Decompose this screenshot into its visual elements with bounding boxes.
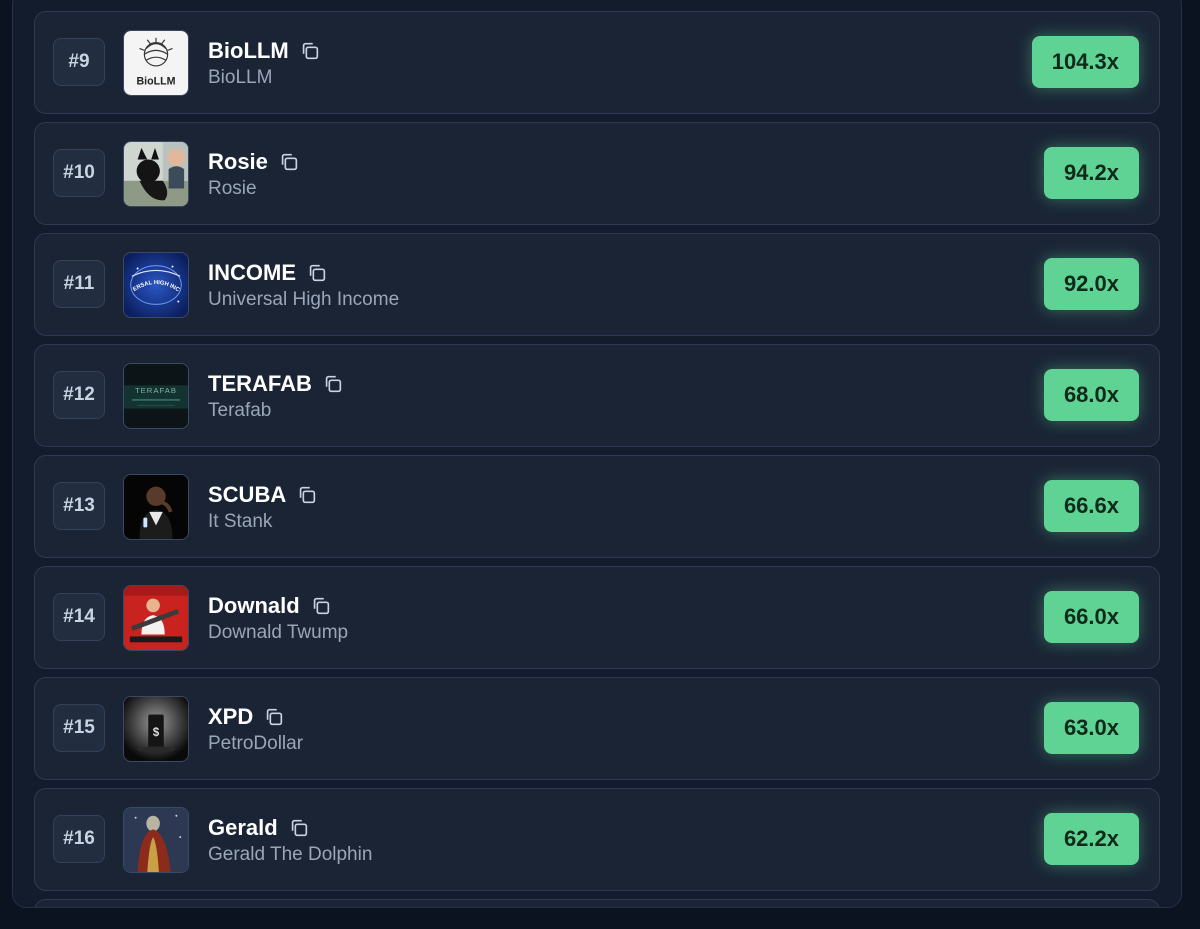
- rank-badge: #9: [53, 38, 105, 86]
- token-name: Downald Twump: [208, 622, 349, 643]
- token-avatar-rosie: [123, 141, 189, 207]
- copy-icon[interactable]: [263, 706, 285, 728]
- copy-icon[interactable]: [310, 595, 332, 617]
- token-ticker: Gerald: [208, 815, 278, 840]
- token-row[interactable]: #10 Rosie Rosie 94.2x: [34, 122, 1160, 225]
- rank-badge: #15: [53, 704, 105, 752]
- token-row[interactable]: #11 UNIVERSAL HIGH INCOME: [34, 233, 1160, 336]
- token-avatar-downald: [123, 585, 189, 651]
- copy-icon[interactable]: [306, 262, 328, 284]
- token-row[interactable]: #9 BioLLM BioLLM BioLLM 104.3x: [34, 11, 1160, 114]
- token-ticker: SCUBA: [208, 482, 287, 507]
- token-name: It Stank: [208, 511, 273, 532]
- token-name: BioLLM: [208, 67, 273, 88]
- token-row[interactable]: #13 SCUBA It Stank 66.6x: [34, 455, 1160, 558]
- multiplier-badge: 62.2x: [1043, 813, 1139, 865]
- multiplier-badge: 68.0x: [1043, 369, 1139, 421]
- token-row[interactable]: #14 Downald Downald Twump 66.0x: [34, 566, 1160, 669]
- multiplier-badge: 66.0x: [1043, 591, 1139, 643]
- token-info: XPD PetroDollar: [208, 702, 303, 755]
- svg-text:$: $: [153, 726, 160, 739]
- token-list: #9 BioLLM BioLLM BioLLM 104.3x #10 Rosie…: [34, 11, 1160, 907]
- copy-icon[interactable]: [288, 817, 310, 839]
- token-avatar-gerald: [123, 807, 189, 873]
- token-row[interactable]: #15 $ XPD PetroDollar 63.0x: [34, 677, 1160, 780]
- token-ticker: BioLLM: [208, 38, 289, 63]
- multiplier-badge: 92.0x: [1043, 258, 1139, 310]
- token-row[interactable]: #12 TERAFAB TERAFAB Terafab 68.0x: [34, 344, 1160, 447]
- token-info: BioLLM BioLLM: [208, 36, 321, 89]
- rank-badge: #13: [53, 482, 105, 530]
- token-ticker: Downald: [208, 593, 300, 618]
- token-ticker: XPD: [208, 704, 254, 729]
- copy-icon[interactable]: [322, 373, 344, 395]
- token-ticker: INCOME: [208, 260, 296, 285]
- token-info: Rosie Rosie: [208, 147, 300, 200]
- token-name: Gerald The Dolphin: [208, 844, 373, 865]
- token-info: INCOME Universal High Income: [208, 258, 399, 311]
- biollm-avatar-wordmark: BioLLM: [136, 75, 175, 87]
- rank-badge: #10: [53, 149, 105, 197]
- token-name: PetroDollar: [208, 733, 304, 754]
- token-name: Terafab: [208, 400, 272, 421]
- token-row[interactable]: #16 Gerald Gerald The Dolphin 62.2x: [34, 788, 1160, 891]
- terafab-avatar-wordmark: TERAFAB: [135, 386, 177, 395]
- token-info: Gerald Gerald The Dolphin: [208, 813, 372, 866]
- token-ticker: Rosie: [208, 149, 268, 174]
- rank-badge: #14: [53, 593, 105, 641]
- copy-icon[interactable]: [296, 484, 318, 506]
- token-name: Rosie: [208, 178, 257, 199]
- token-avatar-scuba: [123, 474, 189, 540]
- copy-icon[interactable]: [299, 40, 321, 62]
- multiplier-badge: 63.0x: [1043, 702, 1139, 754]
- token-info: Downald Downald Twump: [208, 591, 348, 644]
- leaderboard-panel: #9 BioLLM BioLLM BioLLM 104.3x #10 Rosie…: [12, 0, 1182, 908]
- token-info: SCUBA It Stank: [208, 480, 318, 533]
- multiplier-badge: 104.3x: [1031, 36, 1139, 88]
- rank-badge: #16: [53, 815, 105, 863]
- token-avatar-income: UNIVERSAL HIGH INCOME: [123, 252, 189, 318]
- token-avatar-biollm: BioLLM: [123, 30, 189, 96]
- copy-icon[interactable]: [278, 151, 300, 173]
- token-name: Universal High Income: [208, 289, 400, 310]
- rank-badge: #11: [53, 260, 105, 308]
- token-avatar-terafab: TERAFAB: [123, 363, 189, 429]
- token-row-partial[interactable]: [34, 899, 1160, 907]
- token-avatar-xpd: $: [123, 696, 189, 762]
- token-ticker: TERAFAB: [208, 371, 312, 396]
- multiplier-badge: 66.6x: [1043, 480, 1139, 532]
- token-info: TERAFAB Terafab: [208, 369, 344, 422]
- multiplier-badge: 94.2x: [1043, 147, 1139, 199]
- rank-badge: #12: [53, 371, 105, 419]
